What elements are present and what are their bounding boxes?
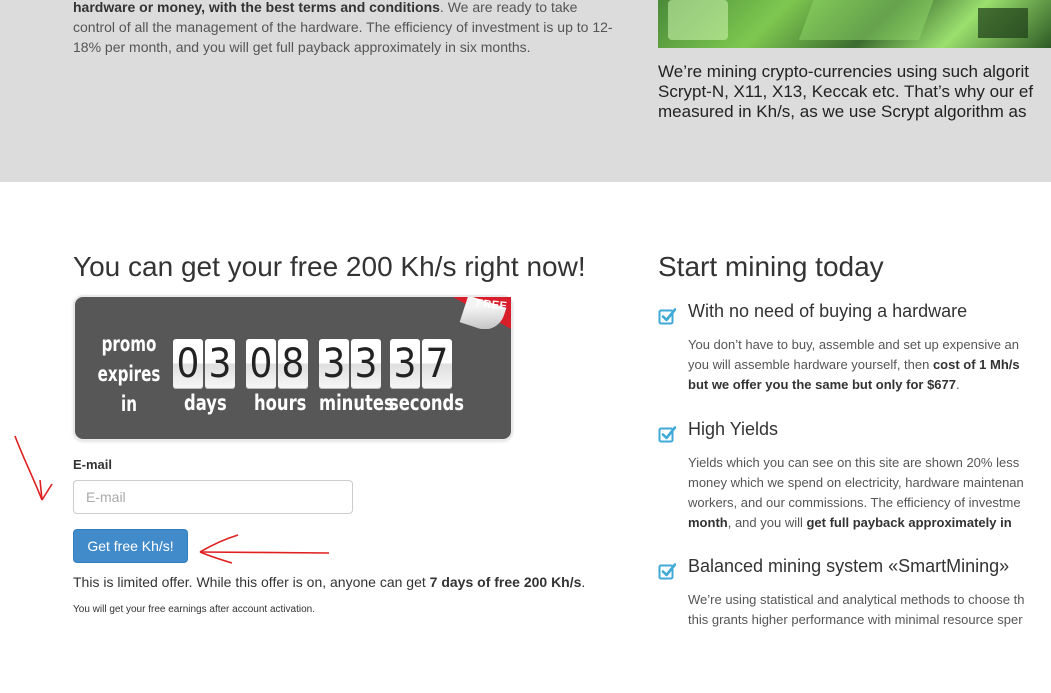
offer-prefix: This is limited offer. While this offer … <box>73 574 430 590</box>
days-digits: 0 3 <box>173 339 235 389</box>
top-right-line-2: Scrypt-N, X11, X13, Keccak etc. That’s w… <box>658 82 1034 101</box>
minutes-digit-2: 3 <box>351 339 381 389</box>
hours-digits: 0 8 <box>246 339 308 389</box>
top-right-paragraph: We’re mining crypto-currencies using suc… <box>658 62 1051 122</box>
promo-expires-label: promo expires in <box>97 329 161 419</box>
seconds-digit-1: 3 <box>390 339 420 389</box>
feature-line: you will assemble hardware yourself, the… <box>688 357 933 372</box>
email-input[interactable] <box>73 480 353 514</box>
days-label: days <box>184 391 227 415</box>
offer-text: This is limited offer. While this offer … <box>73 574 585 590</box>
feature-line: You don’t have to buy, assemble and set … <box>688 337 1020 352</box>
promo-label-line-1: promo <box>101 332 157 356</box>
minutes-digits: 3 3 <box>319 339 381 389</box>
top-left-bold: hardware or money, with the best terms a… <box>73 0 440 15</box>
feature-bold: cost of 1 Mh/s <box>932 357 1020 372</box>
start-mining-heading: Start mining today <box>658 251 884 282</box>
feature-line: Yields which you can see on this site ar… <box>688 455 1020 470</box>
feature-title: High Yields <box>688 419 779 439</box>
seconds-label: seconds <box>389 391 464 415</box>
mining-hardware-image <box>658 0 1051 48</box>
activation-note: You will get your free earnings after ac… <box>73 604 315 615</box>
feature-bold: but we offer you the same but only for $… <box>688 377 956 392</box>
feature-description: Yields which you can see on this site ar… <box>688 453 1051 533</box>
check-icon <box>658 426 676 443</box>
get-free-khs-button[interactable]: Get free Kh/s! <box>73 529 188 563</box>
minutes-digit-1: 3 <box>319 339 349 389</box>
top-right-line-3: measured in Kh/s, as we use Scrypt algor… <box>658 102 1027 121</box>
feature-line: money which we spend on electricity, har… <box>688 475 1024 490</box>
feature-line: this grants higher performance with mini… <box>688 612 1023 627</box>
hours-digit-2: 8 <box>278 339 308 389</box>
promo-heading: You can get your free 200 Kh/s right now… <box>73 251 586 282</box>
promo-label-line-3: in <box>121 392 137 416</box>
feature-title: Balanced mining system «SmartMining» <box>688 556 1010 576</box>
days-digit-1: 0 <box>173 339 203 389</box>
seconds-digits: 3 7 <box>390 339 452 389</box>
offer-bold: 7 days of free 200 Kh/s <box>429 574 582 590</box>
arrow-left-icon <box>199 551 330 554</box>
hours-label: hours <box>254 391 307 415</box>
feature-line: We’re using statistical and analytical m… <box>688 592 1025 607</box>
check-icon <box>658 563 676 580</box>
feature-bold: get full payback approximately in <box>806 515 1012 530</box>
minutes-label: minutes <box>319 391 394 415</box>
top-left-paragraph: hardware or money, with the best terms a… <box>73 0 613 57</box>
feature-line: workers, and our commissions. The effici… <box>688 495 1021 510</box>
email-label: E-mail <box>73 457 113 472</box>
feature-bold: month <box>688 515 728 530</box>
feature-description: We’re using statistical and analytical m… <box>688 590 1051 630</box>
feature-line: , and you will <box>727 515 807 530</box>
check-icon <box>658 308 676 325</box>
feature-description: You don’t have to buy, assemble and set … <box>688 335 1051 395</box>
seconds-digit-2: 7 <box>422 339 452 389</box>
offer-suffix: . <box>581 574 586 590</box>
feature-line: . <box>956 377 960 392</box>
promo-countdown: promo expires in 0 3 0 8 3 3 3 7 days ho… <box>75 297 511 439</box>
top-right-line-1: We’re mining crypto-currencies using suc… <box>658 62 1030 81</box>
promo-label-line-2: expires <box>97 362 161 386</box>
arrow-down-icon <box>14 435 43 501</box>
feature-title: With no need of buying a hardware <box>688 301 968 321</box>
days-digit-2: 3 <box>205 339 235 389</box>
hours-digit-1: 0 <box>246 339 276 389</box>
free-ribbon: FREE <box>453 297 511 329</box>
